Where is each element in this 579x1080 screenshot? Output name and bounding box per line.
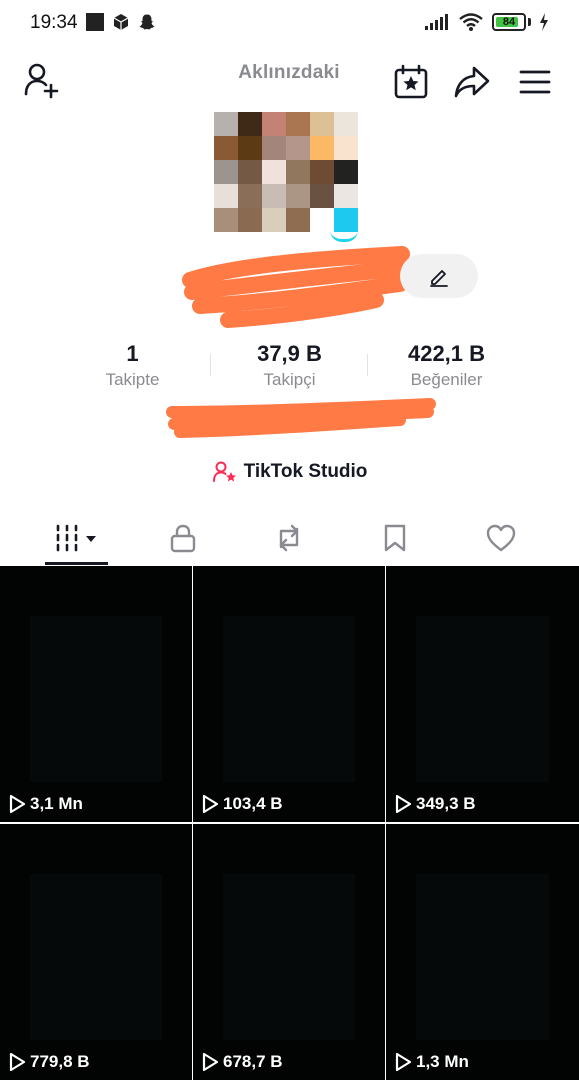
wifi-icon bbox=[459, 13, 483, 31]
play-icon bbox=[395, 794, 412, 814]
name-redaction bbox=[182, 246, 416, 328]
view-count-text: 3,1 Mn bbox=[30, 794, 83, 813]
stat-value: 1 bbox=[126, 341, 139, 366]
video-thumbnail bbox=[416, 616, 549, 782]
hamburger-menu-icon bbox=[519, 70, 551, 94]
charging-icon bbox=[540, 13, 548, 31]
profile-bio[interactable]: Ö l k E bbox=[160, 398, 440, 438]
view-count-text: 1,3 Mn bbox=[416, 1052, 469, 1071]
studio-user-star-icon bbox=[212, 461, 236, 482]
add-user-icon bbox=[24, 63, 59, 99]
view-count: 1,3 Mn bbox=[394, 1052, 469, 1072]
calendar-button[interactable] bbox=[389, 60, 433, 104]
battery-indicator: 84 bbox=[492, 13, 526, 31]
active-tab-underline bbox=[45, 562, 108, 565]
note-bubble[interactable]: Aklınızdaki bbox=[219, 58, 359, 106]
snapchat-icon bbox=[139, 14, 155, 30]
video-tile[interactable]: 779,8 B bbox=[0, 824, 192, 1080]
profile-stats: 1 Takipte 37,9 B Takipçi 422,1 B Beğenil… bbox=[0, 340, 579, 396]
notification-square-icon bbox=[86, 13, 104, 31]
play-icon bbox=[202, 794, 219, 814]
video-tile[interactable]: 3,1 Mn bbox=[0, 566, 192, 822]
battery-level: 84 bbox=[502, 16, 516, 28]
status-time: 19:34 bbox=[30, 12, 78, 33]
stat-followers[interactable]: 37,9 B Takipçi bbox=[211, 340, 368, 396]
view-count: 3,1 Mn bbox=[8, 794, 83, 814]
tab-saved[interactable] bbox=[342, 510, 448, 566]
stat-label: Takipçi bbox=[263, 370, 316, 389]
stat-value: 37,9 B bbox=[257, 341, 322, 366]
view-count-text: 103,4 B bbox=[223, 794, 283, 813]
menu-button[interactable] bbox=[513, 60, 557, 104]
lock-icon bbox=[170, 524, 196, 553]
tab-reposts[interactable] bbox=[236, 510, 342, 566]
status-right: 84 bbox=[424, 12, 549, 32]
stat-label: Beğeniler bbox=[410, 370, 483, 389]
view-count: 349,3 B bbox=[394, 794, 476, 814]
profile-tabs bbox=[0, 510, 579, 566]
signal-icon bbox=[425, 14, 448, 30]
video-tile[interactable]: 678,7 B bbox=[193, 824, 385, 1080]
stat-label: Takipte bbox=[105, 370, 160, 389]
grid-bars-icon bbox=[56, 524, 96, 552]
stat-following[interactable]: 1 Takipte bbox=[54, 340, 211, 396]
status-bar: 19:34 84 bbox=[0, 0, 579, 46]
view-count-text: 779,8 B bbox=[30, 1052, 90, 1071]
play-icon bbox=[202, 1052, 219, 1072]
video-tile[interactable]: 349,3 B bbox=[386, 566, 579, 822]
play-icon bbox=[9, 794, 26, 814]
video-thumbnail bbox=[223, 616, 355, 782]
avatar-story-ring bbox=[330, 230, 358, 242]
pencil-icon bbox=[430, 270, 448, 287]
view-count: 779,8 B bbox=[8, 1052, 90, 1072]
bio-redaction bbox=[166, 398, 436, 438]
play-icon bbox=[9, 1052, 26, 1072]
view-count-text: 678,7 B bbox=[223, 1052, 283, 1071]
calendar-star-icon bbox=[394, 64, 428, 99]
tab-videos[interactable] bbox=[24, 510, 130, 566]
play-icon bbox=[395, 1052, 412, 1072]
stat-likes[interactable]: 422,1 B Beğeniler bbox=[368, 340, 525, 396]
video-tile[interactable]: 103,4 B bbox=[193, 566, 385, 822]
video-thumbnail bbox=[416, 874, 549, 1040]
view-count: 103,4 B bbox=[201, 794, 283, 814]
tiktok-studio-link[interactable]: TikTok Studio bbox=[0, 456, 579, 488]
battery-nub bbox=[528, 18, 531, 26]
view-count: 678,7 B bbox=[201, 1052, 283, 1072]
video-thumbnail bbox=[223, 874, 355, 1040]
bookmark-icon bbox=[384, 524, 406, 552]
add-friend-button[interactable] bbox=[20, 58, 64, 102]
tab-liked[interactable] bbox=[448, 510, 554, 566]
notification-icons bbox=[86, 13, 156, 31]
video-thumbnail bbox=[30, 874, 162, 1040]
video-thumbnail bbox=[30, 616, 162, 782]
heart-icon bbox=[486, 524, 516, 552]
tab-private[interactable] bbox=[130, 510, 236, 566]
note-text: Aklınızdaki bbox=[238, 62, 340, 83]
profile-avatar[interactable] bbox=[214, 112, 358, 232]
stat-value: 422,1 B bbox=[407, 341, 486, 366]
cube-icon bbox=[113, 14, 129, 30]
edit-profile-button[interactable] bbox=[400, 254, 478, 298]
share-arrow-icon bbox=[454, 66, 490, 98]
repost-icon bbox=[279, 524, 299, 552]
view-count-text: 349,3 B bbox=[416, 794, 476, 813]
video-tile[interactable]: 1,3 Mn bbox=[386, 824, 579, 1080]
studio-label: TikTok Studio bbox=[243, 461, 368, 482]
share-button[interactable] bbox=[450, 60, 494, 104]
video-grid: 3,1 Mn 103,4 B 349,3 B 779,8 B 678,7 B 1… bbox=[0, 566, 579, 1080]
